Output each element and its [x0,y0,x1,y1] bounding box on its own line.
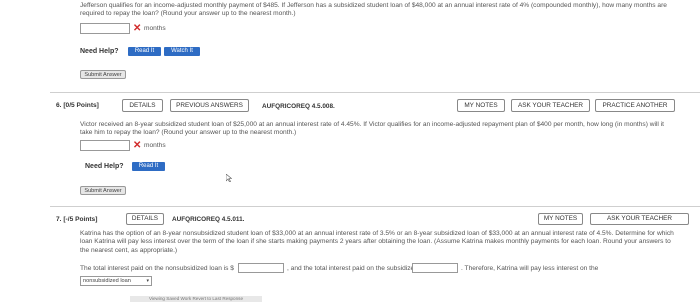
q6-unit-label: months [144,142,166,149]
q6-practice-another-button[interactable]: PRACTICE ANOTHER [595,99,675,112]
q7-points: [-/5 Points] [63,216,98,223]
q6-need-help-label: Need Help? [85,163,124,170]
divider [50,206,700,207]
q6-header: 6. [0/5 Points] [56,102,99,109]
chevron-down-icon: ▾ [146,278,149,284]
saved-work-bar[interactable]: Viewing Saved Work Revert to Last Respon… [130,296,262,302]
q6-problem-code: AUFQRICOREQ 4.5.008. [262,103,335,110]
q6-number: 6. [56,102,62,109]
q7-details-button[interactable]: DETAILS [126,213,164,225]
q5-unit-label: months [144,25,166,32]
q7-number: 7. [56,216,62,223]
q6-answer-input[interactable] [80,140,130,151]
q7-ask-teacher-button[interactable]: ASK YOUR TEACHER [590,213,689,225]
q7-answer-prefix: The total interest paid on the nonsubsid… [80,265,234,272]
q7-prompt-line3: the nearest cent, as appropriate.) [80,246,178,254]
q7-header: 7. [-/5 Points] [56,216,97,223]
q6-prompt-line2: take him to repay the loan? (Round your … [80,129,297,137]
q7-my-notes-button[interactable]: MY NOTES [538,213,583,225]
q5-incorrect-icon: ✕ [133,23,142,34]
q7-problem-code: AUFQRICOREQ 4.5.011. [172,216,245,223]
q7-nonsubsidized-interest-input[interactable] [238,263,284,273]
q6-prompt: Victor received an 8-year subsidized stu… [80,121,690,138]
q6-my-notes-button[interactable]: MY NOTES [457,99,505,112]
q6-details-button[interactable]: DETAILS [122,99,163,112]
q5-need-help-label: Need Help? [80,48,119,55]
q5-answer-input[interactable] [80,23,130,34]
q6-ask-teacher-button[interactable]: ASK YOUR TEACHER [511,99,590,112]
q7-prompt-line2: loan Katrina will pay less interest over… [80,238,671,246]
mouse-cursor-icon [225,169,233,183]
q5-submit-button[interactable]: Submit Answer [80,70,126,79]
q6-submit-button[interactable]: Submit Answer [80,186,126,195]
q7-prompt-line1: Katrina has the option of an 8-year nons… [80,230,674,237]
q7-loan-select[interactable]: nonsubsidized loan ▾ [80,276,152,286]
q7-prompt: Katrina has the option of an 8-year nons… [80,230,695,255]
q7-answer-suffix: . Therefore, Katrina will pay less inter… [461,265,599,272]
q7-loan-select-value: nonsubsidized loan [83,278,131,284]
q5-prompt: Jefferson qualifies for an income-adjust… [80,2,690,19]
q6-previous-answers-button[interactable]: PREVIOUS ANSWERS [170,99,249,112]
q6-points: [0/5 Points] [63,102,99,109]
q6-prompt-line1: Victor received an 8-year subsidized stu… [80,121,665,128]
q5-prompt-line2: required to repay the loan? (Round your … [80,10,296,18]
q6-incorrect-icon: ✕ [133,140,142,151]
q6-read-it-button[interactable]: Read It [132,162,165,171]
q5-read-it-button[interactable]: Read It [128,47,161,56]
q7-subsidized-interest-input[interactable] [412,263,458,273]
q5-prompt-line1: Jefferson qualifies for an income-adjust… [80,2,667,9]
divider [50,92,700,93]
q5-watch-it-button[interactable]: Watch It [164,47,200,56]
